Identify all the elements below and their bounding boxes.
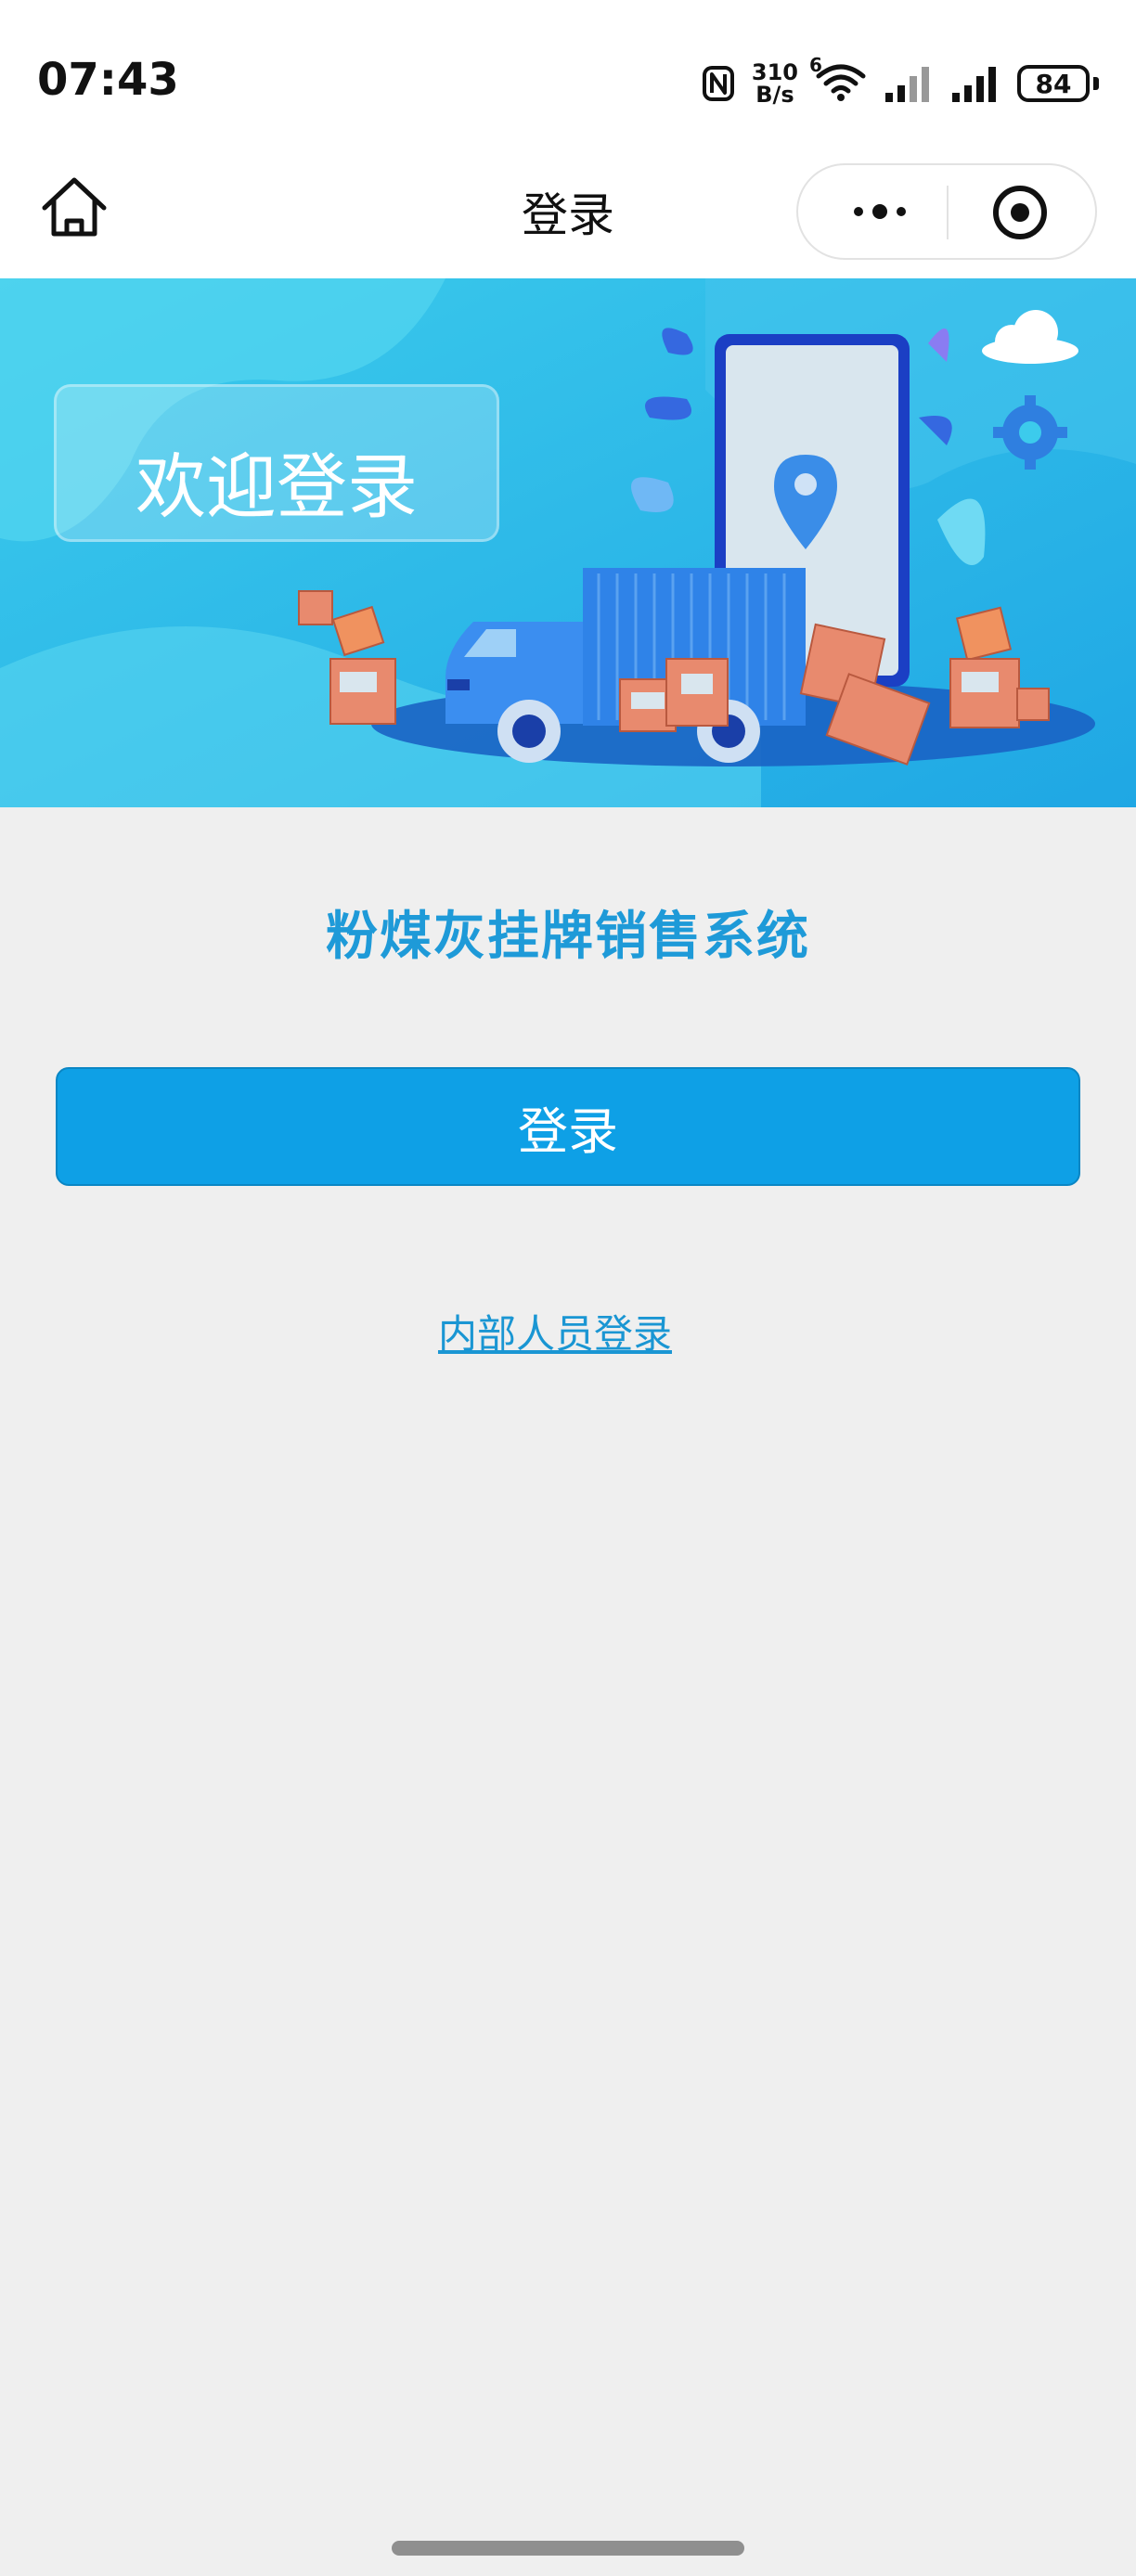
more-icon[interactable] xyxy=(843,186,917,238)
system-name: 粉煤灰挂牌销售系统 xyxy=(326,907,810,967)
wifi-group: 6 xyxy=(809,54,867,106)
battery-tip xyxy=(1093,77,1099,90)
signal-icon-sim1 xyxy=(885,67,929,102)
welcome-card: 欢迎登录 xyxy=(54,384,499,542)
status-icons: 310 B/s 6 84 xyxy=(702,54,1099,111)
home-indicator[interactable] xyxy=(392,2541,744,2556)
nfc-icon xyxy=(702,66,734,101)
network-speed-value: 310 xyxy=(751,59,798,85)
banner-illustration xyxy=(0,278,1136,807)
staff-login-link[interactable]: 内部人员登录 xyxy=(0,1303,1110,1359)
battery-icon: 84 xyxy=(1017,65,1090,102)
capsule-divider xyxy=(947,186,949,239)
wifi-badge: 6 xyxy=(809,54,822,76)
welcome-text: 欢迎登录 xyxy=(136,445,418,528)
signal-icon-sim2 xyxy=(952,67,996,102)
login-button[interactable]: 登录 xyxy=(56,1067,1080,1186)
network-speed: 310 B/s xyxy=(752,61,798,106)
mini-program-capsule xyxy=(796,163,1097,260)
network-speed-unit: B/s xyxy=(755,82,794,108)
welcome-banner xyxy=(0,278,1136,807)
wifi-icon xyxy=(816,64,866,101)
battery-level: 84 xyxy=(1035,68,1072,99)
close-circle-icon[interactable] xyxy=(993,186,1047,239)
status-time: 07:43 xyxy=(37,54,179,106)
